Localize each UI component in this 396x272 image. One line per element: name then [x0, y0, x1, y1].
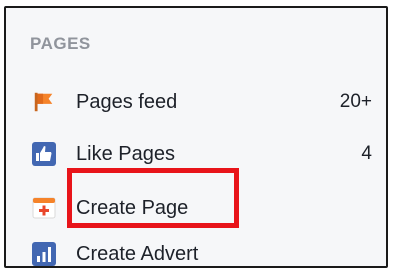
- sidebar-item-pages-feed[interactable]: Pages feed 20+: [32, 84, 372, 120]
- bar-chart-icon: [32, 242, 56, 266]
- sidebar-item-create-page[interactable]: Create Page: [32, 190, 372, 226]
- sidebar-item-label: Pages feed: [76, 90, 178, 113]
- notification-count: 20+: [339, 91, 372, 112]
- section-header-pages: PAGES: [30, 34, 91, 53]
- sidebar-item-like-pages[interactable]: Like Pages 4: [32, 136, 372, 172]
- sidebar-item-label: Create Page: [76, 196, 189, 219]
- create-page-icon: [32, 196, 56, 220]
- sidebar-item-create-advert[interactable]: Create Advert: [32, 236, 372, 272]
- flag-icon: [32, 90, 56, 114]
- thumbs-up-icon: [32, 142, 56, 166]
- pages-sidebar-panel: PAGES Pages feed 20+ Like Pages 4 Create…: [4, 6, 388, 268]
- notification-count: 4: [361, 143, 372, 164]
- sidebar-item-label: Like Pages: [76, 142, 175, 165]
- sidebar-item-label: Create Advert: [76, 242, 199, 265]
